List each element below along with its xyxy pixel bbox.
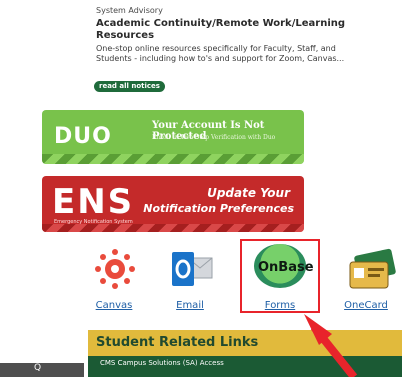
app-label-email[interactable]: Email <box>158 300 222 311</box>
advisory-body-line1: One-stop online resources specifically f… <box>96 44 336 53</box>
read-all-notices-button[interactable]: read all notices <box>94 81 165 92</box>
ens-banner[interactable]: ENS Emergency Notification System Update… <box>42 176 304 232</box>
app-forms[interactable]: Forms <box>248 244 312 314</box>
app-label-onecard[interactable]: OneCard <box>334 300 398 311</box>
system-advisory[interactable]: System Advisory Academic Continuity/Remo… <box>96 6 396 64</box>
ens-line2: Notification Preferences <box>143 202 294 215</box>
bottom-left-tab-text: Q <box>34 363 42 373</box>
duo-logo: DUO <box>54 124 112 149</box>
app-label-canvas[interactable]: Canvas <box>82 300 146 311</box>
duo-subtitle: Enroll In Two-Step Verification with Duo <box>152 134 276 141</box>
advisory-body-line2: Students - including how to's and suppor… <box>96 54 345 63</box>
duo-stripes <box>42 154 304 164</box>
advisory-title-line2: Resources <box>96 30 155 41</box>
bottom-left-tab[interactable]: Q <box>0 363 84 377</box>
duo-enroll-banner[interactable]: DUO Your Account Is Not Protected Enroll… <box>42 110 304 164</box>
advisory-title-line1: Academic Continuity/Remote Work/Learning <box>96 18 346 29</box>
student-related-links-header[interactable]: Student Related Links <box>88 330 402 356</box>
student-links-list: CMS Campus Solutions (SA) Access <box>88 356 402 377</box>
outlook-email-icon <box>172 252 213 286</box>
advisory-body: One-stop online resources specifically f… <box>96 44 396 64</box>
app-onecard[interactable]: OneCard <box>334 244 398 314</box>
advisory-title: Academic Continuity/Remote Work/Learning… <box>96 18 396 42</box>
ens-line1: Update Your <box>207 186 290 200</box>
onecard-icon <box>349 248 396 289</box>
canvas-icon <box>95 249 135 289</box>
advisory-kicker: System Advisory <box>96 6 163 15</box>
ens-stripes <box>42 224 304 232</box>
ens-logo: ENS <box>52 182 135 222</box>
app-label-forms[interactable]: Forms <box>248 300 312 311</box>
app-email[interactable]: Email <box>158 244 222 314</box>
cms-campus-solutions-link[interactable]: CMS Campus Solutions (SA) Access <box>100 359 224 367</box>
app-canvas[interactable]: Canvas <box>82 244 146 314</box>
